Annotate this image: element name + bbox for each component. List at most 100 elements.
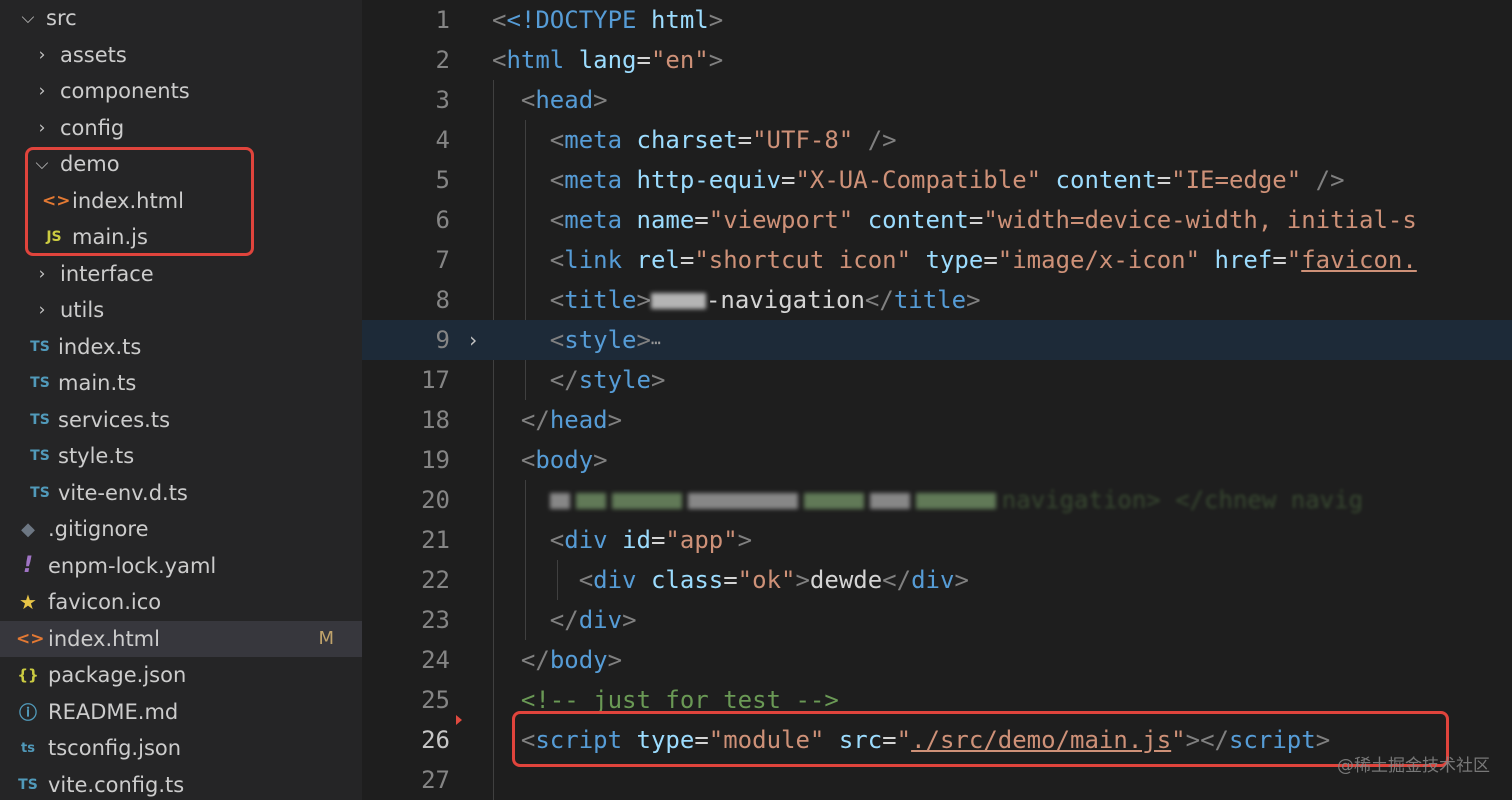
code-punctuation: > <box>636 326 651 354</box>
code-punctuation: = <box>968 206 984 234</box>
blurred-text <box>915 493 996 509</box>
ts-file-icon: TS <box>30 338 50 355</box>
tree-item-label: assets <box>60 42 127 67</box>
chevron-right-icon: › <box>38 263 46 284</box>
tree-item-label: README.md <box>48 699 179 724</box>
tree-item[interactable]: ⓘ README.md <box>0 694 362 731</box>
code-line[interactable]: 6 <meta name="viewport" content="width=d… <box>362 200 1512 240</box>
tree-item[interactable]: <> index.html M <box>0 620 362 657</box>
code-line[interactable]: 8 <title> -navigation</title> <box>362 280 1512 320</box>
code-token: meta <box>564 126 623 154</box>
code-punctuation: > <box>650 366 666 394</box>
blurred-text <box>575 493 606 509</box>
code-token: /> <box>1315 166 1345 194</box>
code-token: "viewport" <box>708 206 854 234</box>
line-number: 7 <box>435 246 450 274</box>
line-number: 2 <box>435 46 450 74</box>
tree-item-label: src <box>46 6 77 31</box>
code-line[interactable]: 22 <div class="ok">dewde</div> <box>362 560 1512 600</box>
blurred-text <box>687 493 798 509</box>
tree-item[interactable]: › assets <box>0 37 362 74</box>
code-line[interactable]: 2 <html lang="en"> <box>362 40 1512 80</box>
blurred-text <box>549 493 570 509</box>
code-token: meta <box>564 166 623 194</box>
tree-item-label: package.json <box>48 663 187 688</box>
code-punctuation: < <box>520 86 536 114</box>
tree-item[interactable]: ts tsconfig.json <box>0 730 362 767</box>
code-token: -navigation <box>705 286 865 314</box>
favicon-file-icon: ★ <box>19 590 37 615</box>
code-comment: <!-- just for test --> <box>520 686 839 714</box>
tree-item[interactable]: TS index.ts <box>0 329 362 366</box>
tree-item[interactable]: TS vite.config.ts <box>0 767 362 800</box>
code-token: " <box>1286 246 1302 274</box>
code-token: type <box>925 246 984 274</box>
tree-item[interactable]: ! enpm-lock.yaml <box>0 548 362 585</box>
code-content: <body> <box>492 440 608 480</box>
code-token: head <box>549 406 608 434</box>
code-punctuation: > <box>593 86 608 114</box>
code-punctuation: = <box>737 126 753 154</box>
code-line[interactable]: 9 › <style>⋯ <box>362 320 1512 360</box>
code-line[interactable]: 24 </body> <box>362 640 1512 680</box>
code-punctuation: </ <box>549 606 579 634</box>
code-token: "app" <box>665 526 738 554</box>
tree-item[interactable]: TS vite-env.d.ts <box>0 475 362 512</box>
tree-item-label: interface <box>60 261 154 286</box>
code-punctuation: < <box>549 126 565 154</box>
code-line[interactable]: 23 </div> <box>362 600 1512 640</box>
tree-item[interactable]: {} package.json <box>0 657 362 694</box>
code-token: rel <box>636 246 680 274</box>
code-line[interactable]: 5 <meta http-equiv="X-UA-Compatible" con… <box>362 160 1512 200</box>
code-line[interactable]: 18 </head> <box>362 400 1512 440</box>
tree-item[interactable]: ◆ .gitignore <box>0 511 362 548</box>
tree-item[interactable]: ★ favicon.ico <box>0 584 362 621</box>
tree-item[interactable]: › config <box>0 110 362 147</box>
code-token: /> <box>867 126 897 154</box>
code-line[interactable]: 7 <link rel="shortcut icon" type="image/… <box>362 240 1512 280</box>
line-number: 3 <box>435 86 450 114</box>
code-token: id <box>622 526 651 554</box>
code-token: content <box>867 206 969 234</box>
code-line[interactable]: 4 <meta charset="UTF-8" /> <box>362 120 1512 160</box>
tree-item[interactable]: TS services.ts <box>0 402 362 439</box>
code-token: dewde <box>809 566 883 594</box>
code-punctuation: </ <box>864 286 894 314</box>
code-punctuation: </ <box>549 366 579 394</box>
ts-file-icon: TS <box>30 411 50 428</box>
tree-item-label: style.ts <box>58 444 135 469</box>
tree-item-label: tsconfig.json <box>48 736 182 761</box>
code-token: "image/x-icon" <box>997 246 1201 274</box>
tree-item[interactable]: ⌵ src <box>0 0 362 37</box>
code-punctuation: < <box>578 566 594 594</box>
code-punctuation: < <box>549 526 565 554</box>
code-punctuation: > <box>737 526 753 554</box>
tree-item-label: vite-env.d.ts <box>58 480 188 505</box>
code-line[interactable]: 3 <head> <box>362 80 1512 120</box>
code-line[interactable]: 17 </style> <box>362 360 1512 400</box>
code-editor[interactable]: 1 <<!DOCTYPE html> 2 <html lang="en"> 3 <hea… <box>362 0 1512 800</box>
code-punctuation: < <box>492 6 507 34</box>
chevron-right-icon: › <box>38 81 46 102</box>
code-punctuation: = <box>650 526 666 554</box>
tree-item[interactable]: › utils <box>0 292 362 329</box>
code-line[interactable]: 19 <body> <box>362 440 1512 480</box>
ts-file-icon: TS <box>18 776 38 793</box>
code-punctuation: > <box>593 446 608 474</box>
code-token: style <box>564 326 637 354</box>
code-punctuation: </ <box>520 406 550 434</box>
tree-item-label: vite.config.ts <box>48 772 185 797</box>
code-line[interactable]: 1 <<!DOCTYPE html> <box>362 0 1512 40</box>
code-punctuation: < <box>549 326 565 354</box>
code-token: body <box>549 646 608 674</box>
demo-folder-highlight <box>25 147 254 256</box>
tree-item[interactable]: TS style.ts <box>0 438 362 475</box>
code-punctuation: > <box>708 46 724 74</box>
tree-item[interactable]: TS main.ts <box>0 365 362 402</box>
tree-item[interactable]: › interface <box>0 256 362 293</box>
code-line[interactable]: 20 navigation> </chnew navig <box>362 480 1512 520</box>
fold-chevron-icon[interactable]: › <box>467 320 479 360</box>
code-token: div <box>564 526 608 554</box>
tree-item[interactable]: › components <box>0 73 362 110</box>
code-line[interactable]: 21 <div id="app"> <box>362 520 1512 560</box>
